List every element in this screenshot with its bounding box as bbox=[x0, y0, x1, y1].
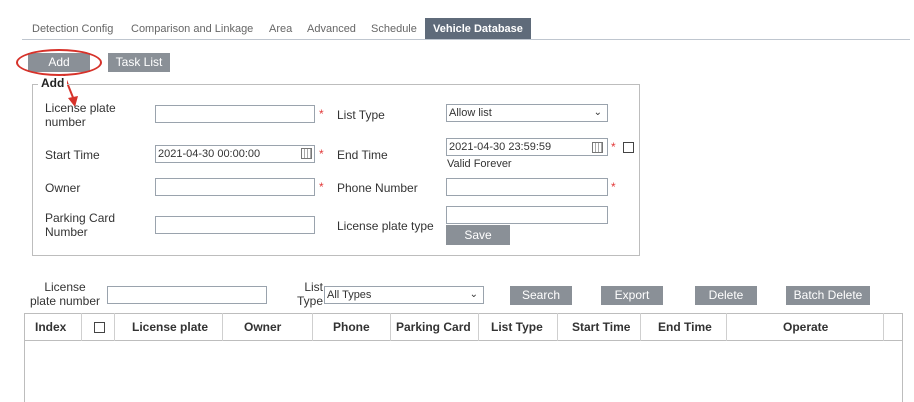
required-mark: * bbox=[611, 140, 616, 154]
parking-card-number-input[interactable] bbox=[155, 216, 315, 234]
start-time-value: 2021-04-30 00:00:00 bbox=[158, 148, 261, 160]
table-header: Index License plate Owner Phone Parking … bbox=[24, 313, 903, 341]
column-header-parking-card: Parking Card bbox=[396, 320, 471, 334]
select-all-checkbox[interactable] bbox=[94, 322, 105, 333]
required-mark: * bbox=[319, 107, 324, 121]
column-header-owner: Owner bbox=[244, 320, 282, 334]
license-plate-type-label: License plate type bbox=[337, 219, 434, 233]
tab-schedule[interactable]: Schedule bbox=[371, 18, 417, 40]
highlight-oval bbox=[16, 49, 102, 76]
calendar-icon[interactable] bbox=[592, 142, 603, 153]
parking-card-number-label: Parking Card Number bbox=[45, 211, 116, 239]
owner-input[interactable] bbox=[155, 178, 315, 196]
valid-forever-checkbox[interactable] bbox=[623, 142, 634, 153]
chevron-down-icon: ⌄ bbox=[469, 289, 478, 300]
start-time-input[interactable]: 2021-04-30 00:00:00 bbox=[155, 145, 315, 163]
search-button[interactable]: Search bbox=[510, 286, 572, 305]
add-form-legend: Add bbox=[38, 76, 68, 90]
owner-label: Owner bbox=[45, 181, 81, 195]
phone-number-input[interactable] bbox=[446, 178, 608, 196]
license-plate-type-input[interactable] bbox=[446, 206, 608, 224]
start-time-label: Start Time bbox=[45, 148, 100, 162]
license-plate-number-input[interactable] bbox=[155, 105, 315, 123]
filter-list-type-value: All Types bbox=[327, 289, 372, 301]
end-time-value: 2021-04-30 23:59:59 bbox=[449, 141, 552, 153]
tab-vehicle-database[interactable]: Vehicle Database bbox=[425, 18, 531, 40]
batch-delete-button[interactable]: Batch Delete bbox=[786, 286, 870, 305]
column-header-phone: Phone bbox=[333, 320, 370, 334]
filter-license-plate-number-label: License plate number bbox=[29, 280, 101, 308]
required-mark: * bbox=[319, 147, 324, 161]
task-list-button[interactable]: Task List bbox=[108, 53, 170, 72]
save-button[interactable]: Save bbox=[446, 225, 510, 245]
column-header-operate: Operate bbox=[783, 320, 829, 334]
end-time-label: End Time bbox=[337, 148, 388, 162]
list-type-select[interactable]: Allow list ⌄ bbox=[446, 104, 608, 122]
filter-license-plate-input[interactable] bbox=[107, 286, 267, 304]
tab-comparison-and-linkage[interactable]: Comparison and Linkage bbox=[131, 18, 253, 40]
chevron-down-icon: ⌄ bbox=[593, 107, 602, 118]
required-mark: * bbox=[319, 180, 324, 194]
column-header-start-time: Start Time bbox=[572, 320, 631, 334]
column-header-list-type: List Type bbox=[491, 320, 543, 334]
list-type-value: Allow list bbox=[449, 107, 492, 119]
tab-area[interactable]: Area bbox=[269, 18, 292, 40]
filter-list-type-select[interactable]: All Types ⌄ bbox=[324, 286, 484, 304]
filter-list-type-label: List Type bbox=[296, 280, 323, 308]
column-header-index: Index bbox=[35, 320, 67, 334]
valid-forever-label: Valid Forever bbox=[447, 158, 512, 170]
calendar-icon[interactable] bbox=[301, 148, 312, 159]
phone-number-label: Phone Number bbox=[337, 181, 418, 195]
tab-advanced[interactable]: Advanced bbox=[307, 18, 356, 40]
export-button[interactable]: Export bbox=[601, 286, 663, 305]
required-mark: * bbox=[611, 180, 616, 194]
column-header-end-time: End Time bbox=[658, 320, 712, 334]
list-type-label: List Type bbox=[337, 108, 385, 122]
tab-detection-config[interactable]: Detection Config bbox=[32, 18, 113, 40]
column-header-license-plate: License plate bbox=[132, 320, 209, 334]
end-time-input[interactable]: 2021-04-30 23:59:59 bbox=[446, 138, 608, 156]
delete-button[interactable]: Delete bbox=[695, 286, 757, 305]
table-body bbox=[24, 340, 903, 402]
license-plate-number-label: License plate number bbox=[45, 101, 116, 129]
tab-divider bbox=[22, 39, 910, 40]
